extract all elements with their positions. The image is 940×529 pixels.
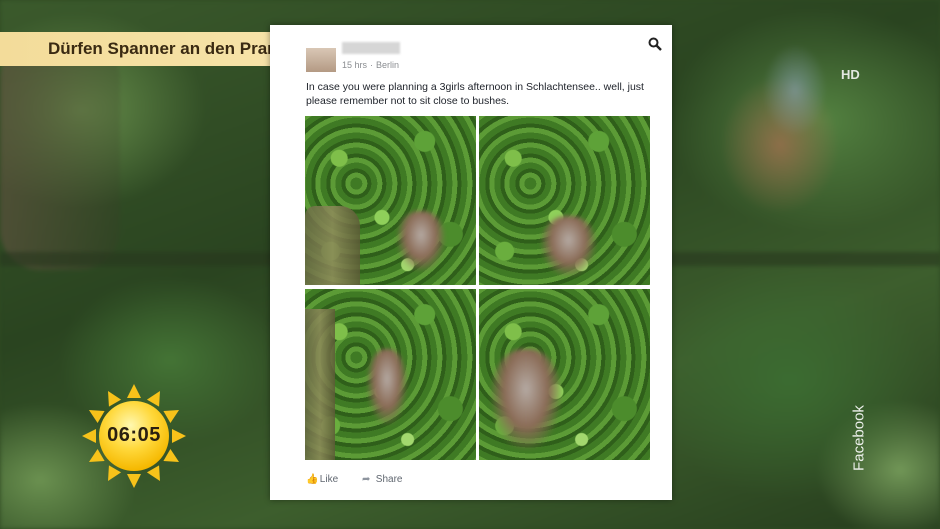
post-photo-3[interactable] — [305, 289, 476, 460]
hd-badge: HD — [841, 67, 860, 82]
blurred-person — [541, 216, 596, 276]
facebook-post: 15 hrs · Berlin In case you were planning … — [270, 25, 672, 500]
background-tree-trunk — [0, 40, 120, 270]
share-icon: ➦ — [362, 474, 371, 485]
post-photo-2[interactable] — [479, 116, 650, 285]
post-location[interactable]: Berlin — [376, 60, 399, 70]
post-meta: 15 hrs · Berlin — [342, 60, 400, 70]
tree-trunk — [305, 309, 335, 460]
search-icon[interactable] — [648, 37, 662, 51]
blurred-person — [491, 349, 561, 449]
clock-badge: 06:05 — [80, 382, 188, 490]
post-time[interactable]: 15 hrs — [342, 60, 367, 70]
background-blurred-shirt — [760, 40, 830, 140]
like-label: Like — [319, 474, 339, 485]
post-text: In case you were planning a 3girls after… — [306, 81, 644, 107]
blurred-person — [367, 349, 407, 424]
post-photo-1[interactable] — [305, 116, 476, 285]
clock-time: 06:05 — [107, 424, 161, 446]
source-credit: Facebook — [837, 398, 881, 478]
like-icon: 👍 — [306, 474, 319, 485]
like-button[interactable]: 👍 Like — [306, 474, 338, 485]
post-photo-4[interactable] — [479, 289, 650, 460]
blurred-person — [397, 211, 445, 271]
tree-trunk — [305, 206, 360, 285]
author-name-blurred[interactable] — [342, 42, 400, 54]
avatar[interactable] — [306, 48, 336, 72]
source-credit-label: Facebook — [850, 405, 868, 471]
share-button[interactable]: ➦ Share — [362, 474, 402, 485]
share-label: Share — [375, 474, 403, 485]
